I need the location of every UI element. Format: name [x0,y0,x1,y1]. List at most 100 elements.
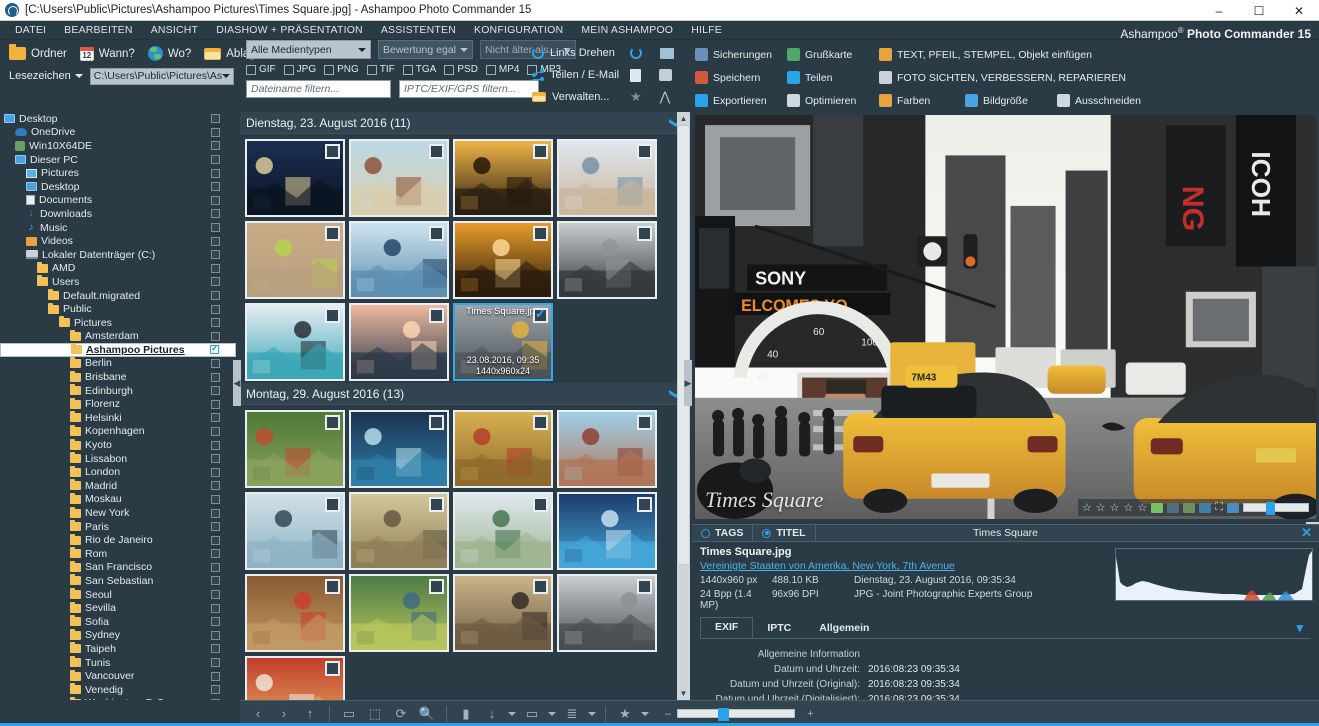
left-splitter-handle[interactable]: ◀ [233,360,241,406]
tree-item-onedrive[interactable]: OneDrive [0,126,236,140]
thumbnail-checkbox[interactable] [325,144,340,159]
tree-item-music[interactable]: ♪ Music [0,221,236,235]
preview-zoom-handle[interactable] [1266,502,1275,515]
thumbnail-checkbox[interactable] [533,306,548,323]
status-refresh-icon[interactable]: ⟳ [391,704,411,724]
tree-item-checkbox[interactable] [211,304,220,314]
tree-item-sevilla[interactable]: Sevilla [0,601,236,615]
tree-item-win10x64de[interactable]: Win10X64DE [0,139,236,153]
tree-item-checkbox[interactable] [211,358,220,368]
toolbar-exportieren[interactable]: Exportieren [692,93,784,108]
tree-item-checkbox[interactable] [210,343,219,355]
thumbnail-checkbox[interactable] [533,226,548,241]
compare-tool-icon[interactable] [1199,502,1212,513]
thumb-group-header[interactable]: Dienstag, 23. August 2016 (11)❯ [240,112,690,134]
thumbnail-city-night-traffic[interactable] [245,139,345,217]
menu-item-ansicht[interactable]: ANSICHT [142,22,208,38]
tree-item-venedig[interactable]: Venedig [0,683,236,697]
share-email-button[interactable]: Teilen / E-Mail [532,64,632,86]
tree-item-public[interactable]: Public [0,302,236,316]
tree-item-florenz[interactable]: Florenz [0,397,236,411]
tree-item-checkbox[interactable] [211,481,220,491]
thumbnail-checkbox[interactable] [637,144,652,159]
image-tool-icon[interactable] [1151,502,1164,513]
thumbnail-classic-car-teal[interactable] [245,303,345,381]
thumbnail-sunset-sea[interactable] [349,303,449,381]
tree-item-videos[interactable]: Videos [0,234,236,248]
thumbnail-baroque-architecture[interactable] [453,574,553,652]
path-combobox[interactable]: C:\Users\Public\Pictures\Ashampo... [89,67,234,85]
thumbnail-checkbox[interactable] [533,579,548,594]
tree-item-checkbox[interactable] [211,250,220,260]
tree-item-checkbox[interactable] [211,155,220,165]
thumbnail-city-sunset-orange[interactable] [453,221,553,299]
format-checkbox-png[interactable]: PNG [324,64,359,75]
format-checkbox-jpg[interactable]: JPG [283,64,316,75]
thumbnail-checkbox[interactable] [429,579,444,594]
tree-item-vancouver[interactable]: Vancouver [0,669,236,683]
thumbnail-park-city-painting[interactable] [245,410,345,488]
tree-item-checkbox[interactable] [211,413,220,423]
thumbnail-checkbox[interactable] [429,144,444,159]
thumbnail-beach-umbrellas[interactable] [557,139,657,217]
toolbar-teilen[interactable]: Teilen [784,70,876,85]
thumbnail-pier-monochrome[interactable] [557,221,657,299]
tree-item-checkbox[interactable] [211,331,220,341]
menu-item-konfiguration[interactable]: KONFIGURATION [465,22,572,38]
thumbnail-checkbox[interactable] [533,415,548,430]
tree-item-edinburgh[interactable]: Edinburgh [0,384,236,398]
tree-item-checkbox[interactable] [211,671,220,681]
tree-item-paris[interactable]: Paris [0,520,236,534]
tab-titel[interactable]: TITEL [753,524,816,542]
tree-item-documents[interactable]: Documents [0,194,236,208]
favorite-star-icon[interactable]: ★ [630,89,642,105]
filename-filter-input[interactable]: Dateiname filtern... [246,80,391,98]
thumbnail-checkbox[interactable] [637,415,652,430]
metadata-close-button[interactable]: ✕ [1301,525,1312,541]
tree-item-madrid[interactable]: Madrid [0,479,236,493]
tree-item-dieser-pc[interactable]: Dieser PC [0,153,236,167]
rating-select[interactable]: Bewertung egal [378,40,473,59]
effects-tool-icon[interactable] [1183,502,1196,513]
status-rating-filter-icon[interactable]: ★ [615,704,635,724]
thumbs-scroll-down-button[interactable]: ▼ [677,687,690,700]
tree-item-checkbox[interactable] [211,508,220,518]
tree-item-checkbox[interactable] [211,372,220,382]
format-checkbox-gif[interactable]: GIF [246,64,276,75]
tree-item-pictures[interactable]: Pictures [0,166,236,180]
thumbnail-checkbox[interactable] [637,226,652,241]
tree-item-pictures[interactable]: Pictures [0,316,236,330]
menu-item-mein-ashampoo[interactable]: MEIN ASHAMPOO [572,22,682,38]
rotate-left-button[interactable]: Links Drehen [532,42,632,64]
rating-star-4[interactable]: ☆ [1124,501,1134,514]
format-checkbox-mp4[interactable]: MP4 [485,64,519,75]
fit-screen-icon[interactable] [1227,502,1239,513]
exif-tab-exif[interactable]: EXIF [700,617,754,638]
when-button[interactable]: 12 Wann? [77,46,138,62]
tree-item-checkbox[interactable] [211,467,220,477]
tree-item-checkbox[interactable] [211,263,220,273]
tree-item-checkbox[interactable] [211,141,220,151]
tree-item-checkbox[interactable] [211,630,220,640]
toolbar-bildgröße[interactable]: Bildgröße [962,93,1054,108]
tree-item-checkbox[interactable] [211,182,220,192]
thumbnail-size-handle[interactable] [718,708,730,721]
status-details-icon[interactable]: ≣ [562,704,582,724]
tree-item-amd[interactable]: AMD [0,261,236,276]
manage-button[interactable]: Verwalten... [532,86,632,108]
tree-item-checkbox[interactable] [211,590,220,600]
tree-item-brisbane[interactable]: Brisbane [0,370,236,384]
thumbnail-royal-pavilion[interactable] [453,492,553,570]
tree-item-checkbox[interactable] [211,658,220,668]
thumbnail-checkbox[interactable] [325,308,340,323]
tree-item-checkbox[interactable] [211,291,220,301]
thumbnail-pub-facade[interactable] [245,574,345,652]
status-up-icon[interactable]: ↑ [300,704,320,724]
tree-item-checkbox[interactable] [211,454,220,464]
print-icon[interactable] [659,69,672,81]
where-button[interactable]: Wo? [145,45,194,62]
thumbnail-checkbox[interactable] [429,497,444,512]
toolbar-farben[interactable]: Farben [876,93,962,108]
thumbnail-church-blue-sky[interactable] [557,410,657,488]
thumbnail-stone-house-bw[interactable] [557,574,657,652]
